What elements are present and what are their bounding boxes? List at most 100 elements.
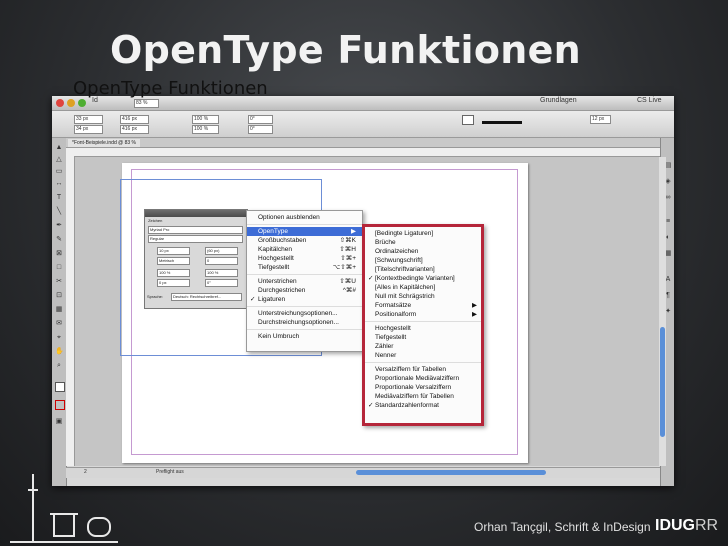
horizontal-scale-field[interactable]: 100 %	[205, 269, 238, 277]
opentype-menu-item[interactable]: [Alles in Kapitälchen]	[365, 283, 481, 292]
flyout-menu-item-label: Optionen ausblenden	[258, 214, 320, 221]
flyout-menu-item[interactable]: Hochgestellt ⇧⌘+	[247, 254, 362, 263]
flyout-menu-item[interactable]: Tiefgestellt ⌥⇧⌘+	[247, 263, 362, 272]
opentype-menu-item[interactable]: Positionalform ▶	[365, 310, 481, 319]
opentype-menu-item[interactable]: Versalziffern für Tabellen	[365, 365, 481, 374]
fill-swatch[interactable]	[462, 115, 474, 125]
vertical-scrollbar[interactable]	[659, 157, 666, 466]
opentype-menu-item-label: [Kontextbedingte Varianten]	[375, 275, 455, 282]
flyout-menu-item[interactable]: ✓ Ligaturen	[247, 295, 362, 304]
flyout-menu-item[interactable]: Kapitälchen ⇧⌘H	[247, 245, 362, 254]
flyout-menu-item[interactable]: Kein Umbruch	[247, 332, 362, 341]
opentype-menu-item[interactable]: [Schwungschrift]	[365, 256, 481, 265]
width-field[interactable]: 416 px	[120, 115, 149, 124]
zoom-tool-icon[interactable]: ⌕	[55, 362, 63, 370]
opentype-submenu: [Bedingte Ligaturen] Brüche Ordinalzeichen…	[362, 224, 484, 426]
flyout-menu-item[interactable]: Unterstrichen ⇧⌘U	[247, 277, 362, 286]
opentype-menu-item[interactable]: ✓ [Kontextbedingte Varianten]	[365, 274, 481, 283]
stroke-weight-field[interactable]: 12 px	[590, 115, 611, 124]
gap-tool-icon[interactable]: ↔	[55, 180, 63, 188]
selection-tool-icon[interactable]: ▲	[55, 144, 63, 152]
baseline-shift-field[interactable]: 0 px	[157, 279, 190, 287]
direct-selection-tool-icon[interactable]: △	[55, 156, 63, 164]
minimize-window-button[interactable]	[67, 99, 75, 107]
cs-live-button[interactable]: CS Live	[637, 97, 662, 104]
opentype-menu-item[interactable]: Formatsätze ▶	[365, 301, 481, 310]
tab-document[interactable]: *Font-Beispiele.indd @ 83 %	[68, 139, 140, 147]
leading-field[interactable]: (60 px)	[205, 247, 238, 255]
document-heading[interactable]: OpenType Funktionen	[73, 78, 268, 99]
opentype-menu-item-label: Nenner	[375, 352, 397, 359]
logo-rest: RR	[695, 517, 719, 534]
opentype-menu-item[interactable]: [Titelschriftvarianten]	[365, 265, 481, 274]
font-family-select[interactable]: Myriad Pro	[148, 226, 243, 234]
font-size-field[interactable]: 10 px	[157, 247, 190, 255]
opentype-menu-item[interactable]: ✓ Standardzahlenformat	[365, 401, 481, 410]
flyout-menu-item-shortcut: ^⌘#	[342, 287, 356, 294]
x-position-field[interactable]: 33 px	[74, 115, 103, 124]
skew-field[interactable]: 0°	[205, 279, 238, 287]
type-tool-icon[interactable]: T	[55, 194, 63, 202]
stroke-style-swatch[interactable]	[482, 121, 522, 124]
gradient-tool-icon[interactable]: ▦	[55, 306, 63, 314]
flyout-menu-item[interactable]: OpenType ▶	[247, 227, 362, 236]
opentype-menu-item[interactable]: Null mit Schrägstrich	[365, 292, 481, 301]
rectangle-tool-icon[interactable]: □	[55, 264, 63, 272]
eyedropper-tool-icon[interactable]: ⌖	[55, 334, 63, 342]
language-select[interactable]: Deutsch: Rechtschreibref...	[171, 293, 242, 301]
opentype-menu-item-label: Brüche	[375, 239, 396, 246]
zoom-window-button[interactable]	[78, 99, 86, 107]
preflight-status[interactable]: Preflight aus	[156, 469, 184, 475]
opentype-menu-item[interactable]: Mediävalziffern für Tabellen	[365, 392, 481, 401]
font-style-select[interactable]: Regular	[148, 235, 243, 243]
vertical-scroll-thumb[interactable]	[660, 327, 665, 437]
free-transform-tool-icon[interactable]: ⊡	[55, 292, 63, 300]
flyout-menu-item-label: Hochgestellt	[258, 255, 294, 262]
view-mode-icon[interactable]: ▣	[55, 418, 63, 426]
note-tool-icon[interactable]: ✉	[55, 320, 63, 328]
horizontal-scroll-thumb[interactable]	[356, 470, 546, 475]
scale-x-field[interactable]: 100 %	[192, 115, 219, 124]
scissors-tool-icon[interactable]: ✂	[55, 278, 63, 286]
opentype-menu-item[interactable]: Hochgestellt	[365, 324, 481, 333]
rotation-field[interactable]: 0°	[248, 115, 273, 124]
opentype-menu-item[interactable]: Tiefgestellt	[365, 333, 481, 342]
workspace-switcher[interactable]: Grundlagen	[540, 97, 577, 104]
opentype-menu-item-label: Tiefgestellt	[375, 334, 407, 341]
submenu-arrow-icon: ▶	[472, 302, 477, 309]
flyout-menu-item[interactable]: Großbuchstaben ⇧⌘K	[247, 236, 362, 245]
character-panel-header[interactable]	[145, 210, 247, 217]
height-field[interactable]: 416 px	[120, 125, 149, 134]
flyout-menu-item[interactable]: Durchgestrichen ^⌘#	[247, 286, 362, 295]
vertical-scale-field[interactable]: 100 %	[157, 269, 190, 277]
flyout-menu-item[interactable]: Durchstreichungsoptionen...	[247, 318, 362, 327]
zoom-level-field[interactable]: 83 %	[134, 99, 159, 108]
scale-y-field[interactable]: 100 %	[192, 125, 219, 134]
pencil-tool-icon[interactable]: ✎	[55, 236, 63, 244]
close-window-button[interactable]	[56, 99, 64, 107]
fill-color-icon[interactable]	[55, 382, 65, 392]
opentype-menu-item[interactable]: [Bedingte Ligaturen]	[365, 229, 481, 238]
flyout-menu-item[interactable]: Optionen ausblenden	[247, 213, 362, 222]
opentype-menu-item-label: Mediävalziffern für Tabellen	[375, 393, 454, 400]
opentype-menu-item[interactable]: Proportionale Versalziffern	[365, 383, 481, 392]
shear-field[interactable]: 0°	[248, 125, 273, 134]
pen-tool-icon[interactable]: ✒	[55, 222, 63, 230]
page-tool-icon[interactable]: ▭	[55, 168, 63, 176]
opentype-menu-item[interactable]: Zähler	[365, 342, 481, 351]
opentype-menu-item-label: [Alles in Kapitälchen]	[375, 284, 436, 291]
hand-tool-icon[interactable]: ✋	[55, 348, 64, 356]
opentype-menu-item[interactable]: Brüche	[365, 238, 481, 247]
y-position-field[interactable]: 34 px	[74, 125, 103, 134]
opentype-menu-item[interactable]: Nenner	[365, 351, 481, 360]
kerning-field[interactable]: Metrisch	[157, 257, 190, 265]
flyout-menu-item[interactable]: Unterstreichungsoptionen...	[247, 309, 362, 318]
opentype-menu-item[interactable]: Ordinalzeichen	[365, 247, 481, 256]
line-tool-icon[interactable]: ╲	[55, 208, 63, 216]
submenu-arrow-icon: ▶	[472, 311, 477, 318]
tracking-field[interactable]: 0	[205, 257, 238, 265]
opentype-menu-item[interactable]: Proportionale Mediävalziffern	[365, 374, 481, 383]
slide-title: OpenType Funktionen	[110, 28, 582, 72]
stroke-color-icon[interactable]	[55, 400, 65, 410]
rectangle-frame-tool-icon[interactable]: ⊠	[55, 250, 63, 258]
